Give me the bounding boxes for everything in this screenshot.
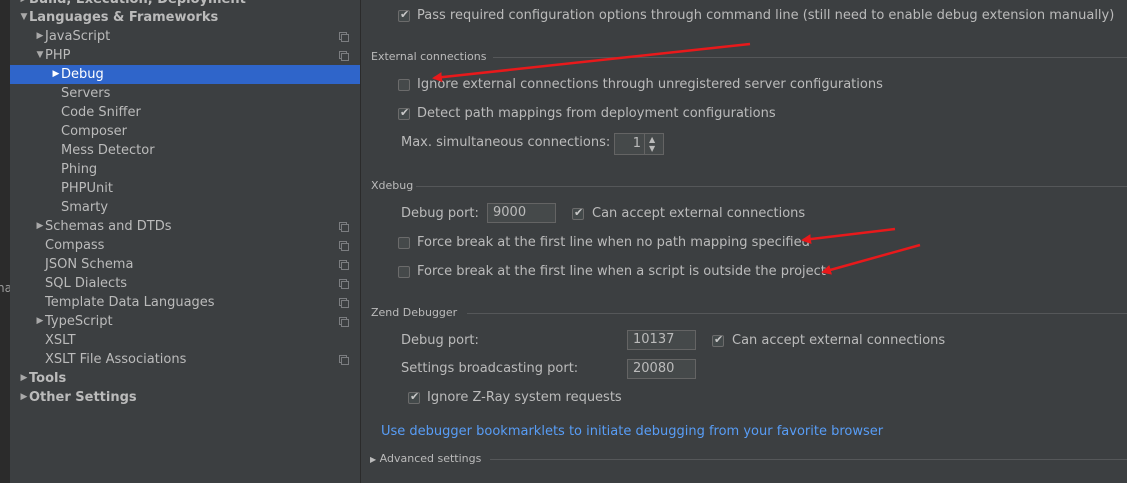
arrow-to-ignore-unregistered [432, 42, 751, 83]
arrow-to-force-break-no-mapping [801, 227, 896, 245]
arrow-to-force-break-outside [821, 243, 921, 275]
annotation-arrows [432, 42, 921, 275]
